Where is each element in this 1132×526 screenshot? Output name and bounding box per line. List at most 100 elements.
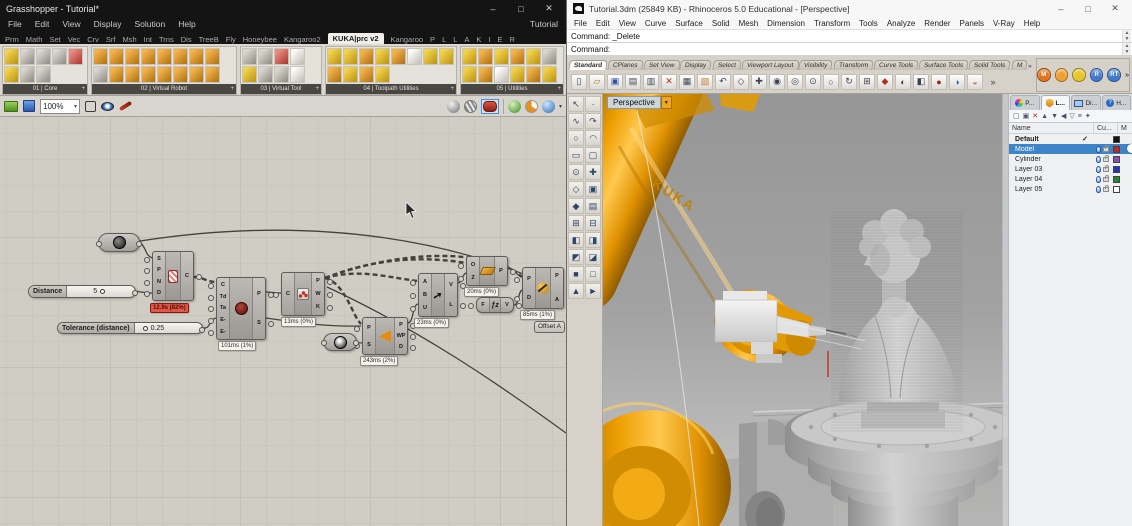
tab-kukaprc-active[interactable]: KUKA|prc v2	[328, 33, 384, 44]
tool-icon[interactable]	[258, 48, 273, 65]
component-icon[interactable]	[4, 66, 19, 83]
gh-component-d[interactable]: PS PWPD	[362, 317, 408, 355]
offset-tool-icon[interactable]: ✚	[585, 164, 601, 180]
gh-menu-edit[interactable]: Edit	[35, 19, 50, 29]
box-tool-icon[interactable]: ⊞	[568, 215, 584, 231]
output-port[interactable]: K	[312, 304, 324, 310]
move-down-icon[interactable]: ▼	[1051, 113, 1058, 120]
output-port[interactable]: P	[395, 322, 407, 328]
toolpath-icon[interactable]	[423, 48, 438, 65]
utility-icon[interactable]	[510, 66, 525, 83]
vray-options-button[interactable]	[1055, 68, 1069, 82]
toolpath-icon[interactable]	[375, 66, 390, 83]
layer-lock-icon[interactable]	[1103, 177, 1109, 182]
rhino-menu-mesh[interactable]: Mesh	[739, 19, 759, 28]
rhino-menu-tools[interactable]: Tools	[859, 19, 878, 28]
tab-e[interactable]: E	[498, 35, 503, 44]
input-port[interactable]: O	[467, 262, 479, 268]
perspective-viewport[interactable]: Perspective ▾	[603, 94, 1009, 526]
toolpath-icon[interactable]	[343, 66, 358, 83]
tab-kangaroo[interactable]: Kangaroo	[391, 35, 424, 44]
gh-menu-view[interactable]: View	[62, 19, 80, 29]
rhino-close-button[interactable]: ✕	[1104, 3, 1126, 14]
layer-row-model[interactable]: Model	[1009, 144, 1132, 154]
layer-row-default[interactable]: Default ✓	[1009, 134, 1132, 144]
toolpath-icon[interactable]	[407, 48, 422, 65]
toolpath-icon[interactable]	[327, 66, 342, 83]
output-port[interactable]: C	[181, 273, 193, 279]
revolve-tool-icon[interactable]: ▤	[585, 198, 601, 214]
gh-menu-help[interactable]: Help	[178, 19, 195, 29]
display-tab[interactable]: Di...	[1071, 95, 1101, 110]
layer-color-swatch[interactable]	[1113, 166, 1120, 173]
slider-knob[interactable]	[100, 289, 105, 294]
layer-row-cylinder[interactable]: Cylinder	[1009, 154, 1132, 164]
tool-icon[interactable]	[258, 66, 273, 83]
robot-icon[interactable]	[141, 48, 156, 65]
output-port[interactable]: P	[495, 268, 507, 274]
component-icon[interactable]	[20, 48, 35, 65]
rhino-minimize-button[interactable]: –	[1050, 4, 1072, 14]
tab-treeb[interactable]: TreeB	[199, 35, 219, 44]
rhino-menu-transform[interactable]: Transform	[814, 19, 850, 28]
tab-l2[interactable]: L	[453, 35, 457, 44]
output-port[interactable]: A	[551, 297, 563, 303]
preview-green-icon[interactable]	[508, 100, 521, 113]
vray-rt-button[interactable]: RT	[1107, 68, 1121, 82]
input-port[interactable]: F	[477, 302, 489, 308]
output-port[interactable]: WP	[395, 333, 407, 339]
zoom-selected-icon[interactable]: ○	[823, 74, 839, 90]
rectangle-tool-icon[interactable]: ▭	[568, 147, 584, 163]
layer-tools-icon[interactable]: ✦	[1085, 112, 1091, 120]
toolpath-icon[interactable]	[375, 48, 390, 65]
offset-button[interactable]: Offset A	[534, 321, 565, 333]
input-port[interactable]: Ta	[217, 305, 229, 311]
toolbar-tab-surface-tools[interactable]: Surface Tools	[918, 60, 969, 70]
zoom-extents-icon[interactable]	[85, 101, 96, 112]
tab-crv[interactable]: Crv	[87, 35, 99, 44]
krl-icon[interactable]	[68, 48, 83, 65]
input-port[interactable]: C	[282, 291, 294, 297]
layer-visibility-bulb-icon[interactable]	[1096, 176, 1101, 183]
gh-menu-solution[interactable]: Solution	[135, 19, 166, 29]
layer-color-swatch[interactable]	[1113, 176, 1120, 183]
utility-icon[interactable]	[510, 48, 525, 65]
input-port[interactable]: U	[419, 305, 431, 311]
output-port[interactable]: D	[395, 344, 407, 350]
robot-icon[interactable]	[189, 48, 204, 65]
current-layer-check[interactable]: ✓	[1075, 135, 1095, 143]
input-port[interactable]: D	[523, 295, 535, 301]
robot-icon[interactable]	[125, 48, 140, 65]
interpcrv-tool-icon[interactable]: ↷	[585, 113, 601, 129]
gh-component-g[interactable]: F ƒz V	[476, 297, 514, 313]
preview-eye-icon[interactable]	[101, 102, 114, 111]
utility-icon[interactable]	[542, 48, 557, 65]
utility-icon[interactable]	[494, 48, 509, 65]
rhino-maximize-button[interactable]: □	[1077, 4, 1099, 14]
rhino-menu-analyze[interactable]: Analyze	[887, 19, 915, 28]
component-icon[interactable]	[4, 48, 19, 65]
viewport-title[interactable]: Perspective ▾	[607, 96, 672, 109]
robot-icon[interactable]	[205, 48, 220, 65]
export-icon[interactable]: ▥	[643, 74, 659, 90]
tab-srf[interactable]: Srf	[106, 35, 116, 44]
toolpath-icon[interactable]	[359, 66, 374, 83]
gh-menu-file[interactable]: File	[8, 19, 22, 29]
input-port[interactable]: Td	[217, 294, 229, 300]
list-icon[interactable]: ≡	[1078, 113, 1082, 120]
preview-off-icon[interactable]	[447, 100, 460, 113]
rhino-menu-render[interactable]: Render	[924, 19, 950, 28]
gh-component-a[interactable]: SPND C	[152, 251, 194, 301]
surface-tool-icon[interactable]: ◇	[568, 181, 584, 197]
component-icon[interactable]	[36, 48, 51, 65]
vray-overflow-chevron[interactable]: »	[1125, 72, 1129, 79]
group-label-utilities[interactable]: 05 | Utilities+	[461, 84, 563, 94]
robot-icon[interactable]	[109, 48, 124, 65]
utility-icon[interactable]	[462, 48, 477, 65]
toolpath-icon[interactable]	[391, 48, 406, 65]
viewport-dropdown-icon[interactable]: ▾	[661, 96, 672, 109]
input-port[interactable]: E-	[217, 329, 229, 335]
vray-render-button[interactable]: R	[1090, 68, 1104, 82]
move-icon[interactable]: ✚	[751, 74, 767, 90]
robot-icon[interactable]	[157, 66, 172, 83]
